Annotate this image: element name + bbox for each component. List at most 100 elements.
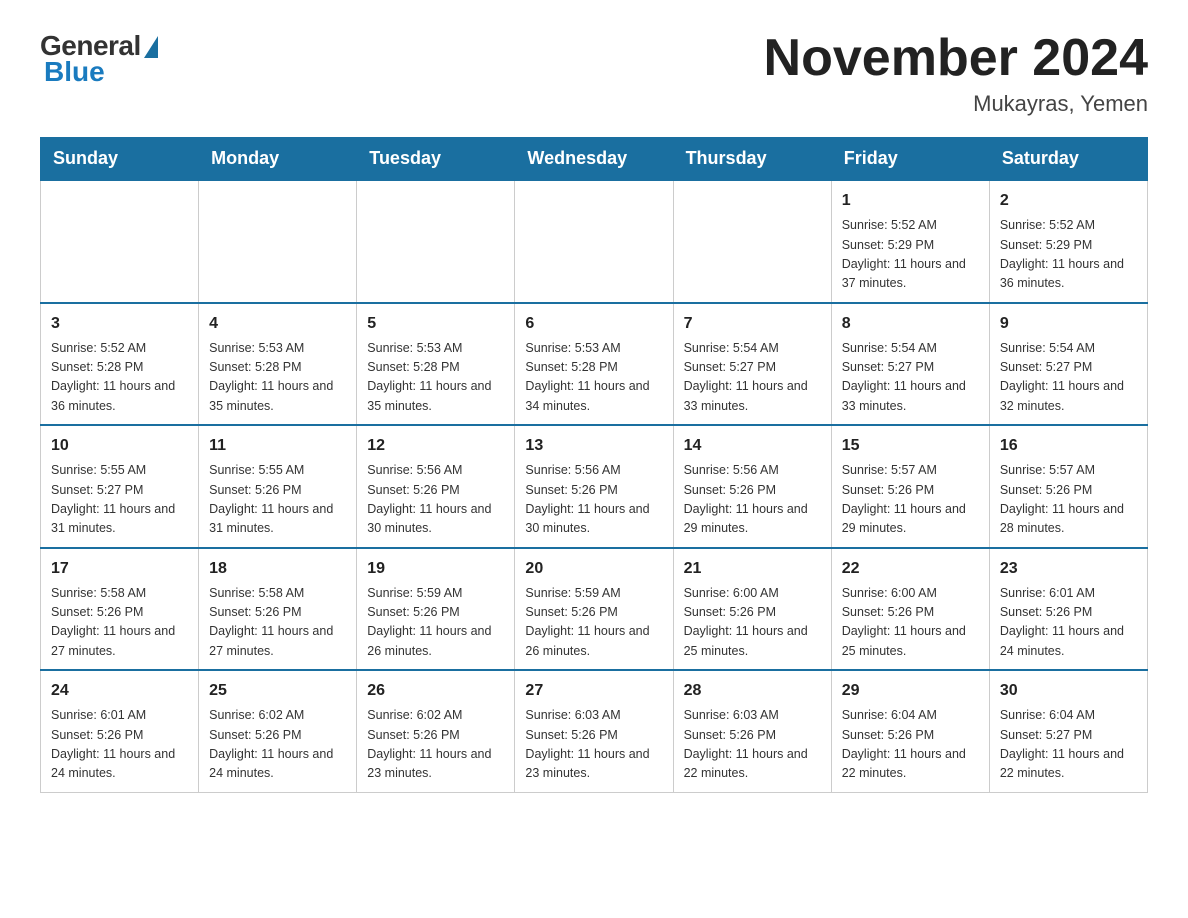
day-number: 22 <box>842 557 979 581</box>
day-number: 15 <box>842 434 979 458</box>
calendar-day-cell: 9 Sunrise: 5:54 AMSunset: 5:27 PMDaylight… <box>989 303 1147 426</box>
calendar-day-cell: 20 Sunrise: 5:59 AMSunset: 5:26 PMDayligh… <box>515 548 673 671</box>
sun-info: Sunrise: 5:57 AMSunset: 5:26 PMDaylight:… <box>1000 461 1137 539</box>
day-number: 11 <box>209 434 346 458</box>
sun-info: Sunrise: 6:02 AMSunset: 5:26 PMDaylight:… <box>367 706 504 784</box>
sun-info: Sunrise: 5:53 AMSunset: 5:28 PMDaylight:… <box>209 339 346 417</box>
day-number: 3 <box>51 312 188 336</box>
sun-info: Sunrise: 6:04 AMSunset: 5:26 PMDaylight:… <box>842 706 979 784</box>
calendar-day-cell: 18 Sunrise: 5:58 AMSunset: 5:26 PMDayligh… <box>199 548 357 671</box>
sun-info: Sunrise: 6:00 AMSunset: 5:26 PMDaylight:… <box>684 584 821 662</box>
day-number: 27 <box>525 679 662 703</box>
calendar-day-cell: 22Sunrise: 6:00 AMSunset: 5:26 PMDayligh… <box>831 548 989 671</box>
calendar-day-cell: 28 Sunrise: 6:03 AMSunset: 5:26 PMDayligh… <box>673 670 831 792</box>
day-number: 18 <box>209 557 346 581</box>
day-number: 13 <box>525 434 662 458</box>
calendar-day-cell: 5 Sunrise: 5:53 AMSunset: 5:28 PMDaylight… <box>357 303 515 426</box>
calendar-day-cell: 11 Sunrise: 5:55 AMSunset: 5:26 PMDayligh… <box>199 425 357 548</box>
calendar-day-cell: 8 Sunrise: 5:54 AMSunset: 5:27 PMDaylight… <box>831 303 989 426</box>
calendar-day-cell: 1 Sunrise: 5:52 AMSunset: 5:29 PMDaylight… <box>831 180 989 303</box>
sun-info: Sunrise: 5:56 AMSunset: 5:26 PMDaylight:… <box>525 461 662 539</box>
day-number: 17 <box>51 557 188 581</box>
calendar-week-row: 24 Sunrise: 6:01 AMSunset: 5:26 PMDayligh… <box>41 670 1148 792</box>
sun-info: Sunrise: 5:52 AMSunset: 5:28 PMDaylight:… <box>51 339 188 417</box>
calendar-day-header: Sunday <box>41 138 199 181</box>
sun-info: Sunrise: 6:03 AMSunset: 5:26 PMDaylight:… <box>684 706 821 784</box>
calendar-day-cell: 15 Sunrise: 5:57 AMSunset: 5:26 PMDayligh… <box>831 425 989 548</box>
day-number: 24 <box>51 679 188 703</box>
day-number: 4 <box>209 312 346 336</box>
page-header: General Blue November 2024 Mukayras, Yem… <box>40 30 1148 117</box>
calendar-day-cell <box>357 180 515 303</box>
day-number: 29 <box>842 679 979 703</box>
logo: General Blue <box>40 30 158 88</box>
day-number: 12 <box>367 434 504 458</box>
calendar-day-cell: 17 Sunrise: 5:58 AMSunset: 5:26 PMDayligh… <box>41 548 199 671</box>
sun-info: Sunrise: 5:57 AMSunset: 5:26 PMDaylight:… <box>842 461 979 539</box>
location-subtitle: Mukayras, Yemen <box>764 91 1148 117</box>
sun-info: Sunrise: 5:53 AMSunset: 5:28 PMDaylight:… <box>367 339 504 417</box>
day-number: 21 <box>684 557 821 581</box>
sun-info: Sunrise: 6:01 AMSunset: 5:26 PMDaylight:… <box>1000 584 1137 662</box>
day-number: 14 <box>684 434 821 458</box>
calendar-day-cell <box>199 180 357 303</box>
calendar-day-cell: 30Sunrise: 6:04 AMSunset: 5:27 PMDayligh… <box>989 670 1147 792</box>
calendar-day-cell: 24 Sunrise: 6:01 AMSunset: 5:26 PMDayligh… <box>41 670 199 792</box>
sun-info: Sunrise: 6:02 AMSunset: 5:26 PMDaylight:… <box>209 706 346 784</box>
day-number: 20 <box>525 557 662 581</box>
sun-info: Sunrise: 5:58 AMSunset: 5:26 PMDaylight:… <box>51 584 188 662</box>
day-number: 26 <box>367 679 504 703</box>
title-area: November 2024 Mukayras, Yemen <box>764 30 1148 117</box>
day-number: 7 <box>684 312 821 336</box>
calendar-day-cell <box>673 180 831 303</box>
calendar-day-cell: 4 Sunrise: 5:53 AMSunset: 5:28 PMDaylight… <box>199 303 357 426</box>
calendar-day-cell: 10Sunrise: 5:55 AMSunset: 5:27 PMDayligh… <box>41 425 199 548</box>
calendar-day-cell: 27Sunrise: 6:03 AMSunset: 5:26 PMDayligh… <box>515 670 673 792</box>
sun-info: Sunrise: 5:54 AMSunset: 5:27 PMDaylight:… <box>684 339 821 417</box>
calendar-day-cell: 3 Sunrise: 5:52 AMSunset: 5:28 PMDaylight… <box>41 303 199 426</box>
sun-info: Sunrise: 5:53 AMSunset: 5:28 PMDaylight:… <box>525 339 662 417</box>
calendar-day-cell: 16 Sunrise: 5:57 AMSunset: 5:26 PMDayligh… <box>989 425 1147 548</box>
calendar-week-row: 1 Sunrise: 5:52 AMSunset: 5:29 PMDaylight… <box>41 180 1148 303</box>
sun-info: Sunrise: 5:59 AMSunset: 5:26 PMDaylight:… <box>525 584 662 662</box>
calendar-table: SundayMondayTuesdayWednesdayThursdayFrid… <box>40 137 1148 793</box>
sun-info: Sunrise: 5:58 AMSunset: 5:26 PMDaylight:… <box>209 584 346 662</box>
day-number: 8 <box>842 312 979 336</box>
sun-info: Sunrise: 6:01 AMSunset: 5:26 PMDaylight:… <box>51 706 188 784</box>
calendar-day-header: Saturday <box>989 138 1147 181</box>
day-number: 1 <box>842 189 979 213</box>
calendar-day-header: Monday <box>199 138 357 181</box>
day-number: 28 <box>684 679 821 703</box>
calendar-day-cell <box>41 180 199 303</box>
sun-info: Sunrise: 5:54 AMSunset: 5:27 PMDaylight:… <box>1000 339 1137 417</box>
calendar-week-row: 10Sunrise: 5:55 AMSunset: 5:27 PMDayligh… <box>41 425 1148 548</box>
calendar-day-header: Friday <box>831 138 989 181</box>
day-number: 5 <box>367 312 504 336</box>
sun-info: Sunrise: 5:56 AMSunset: 5:26 PMDaylight:… <box>684 461 821 539</box>
calendar-day-cell: 25 Sunrise: 6:02 AMSunset: 5:26 PMDayligh… <box>199 670 357 792</box>
sun-info: Sunrise: 5:55 AMSunset: 5:26 PMDaylight:… <box>209 461 346 539</box>
calendar-day-header: Thursday <box>673 138 831 181</box>
calendar-day-cell: 29 Sunrise: 6:04 AMSunset: 5:26 PMDayligh… <box>831 670 989 792</box>
day-number: 16 <box>1000 434 1137 458</box>
calendar-day-cell: 21 Sunrise: 6:00 AMSunset: 5:26 PMDayligh… <box>673 548 831 671</box>
calendar-header-row: SundayMondayTuesdayWednesdayThursdayFrid… <box>41 138 1148 181</box>
calendar-day-header: Wednesday <box>515 138 673 181</box>
day-number: 9 <box>1000 312 1137 336</box>
calendar-day-cell: 23Sunrise: 6:01 AMSunset: 5:26 PMDayligh… <box>989 548 1147 671</box>
sun-info: Sunrise: 5:52 AMSunset: 5:29 PMDaylight:… <box>842 216 979 294</box>
sun-info: Sunrise: 6:04 AMSunset: 5:27 PMDaylight:… <box>1000 706 1137 784</box>
sun-info: Sunrise: 5:59 AMSunset: 5:26 PMDaylight:… <box>367 584 504 662</box>
day-number: 6 <box>525 312 662 336</box>
calendar-day-cell: 12Sunrise: 5:56 AMSunset: 5:26 PMDayligh… <box>357 425 515 548</box>
calendar-week-row: 17 Sunrise: 5:58 AMSunset: 5:26 PMDayligh… <box>41 548 1148 671</box>
calendar-day-header: Tuesday <box>357 138 515 181</box>
calendar-day-cell: 19Sunrise: 5:59 AMSunset: 5:26 PMDayligh… <box>357 548 515 671</box>
logo-blue-text: Blue <box>40 56 105 88</box>
calendar-day-cell: 7 Sunrise: 5:54 AMSunset: 5:27 PMDaylight… <box>673 303 831 426</box>
day-number: 25 <box>209 679 346 703</box>
sun-info: Sunrise: 5:54 AMSunset: 5:27 PMDaylight:… <box>842 339 979 417</box>
day-number: 2 <box>1000 189 1137 213</box>
calendar-day-cell: 26 Sunrise: 6:02 AMSunset: 5:26 PMDayligh… <box>357 670 515 792</box>
calendar-day-cell: 2Sunrise: 5:52 AMSunset: 5:29 PMDaylight… <box>989 180 1147 303</box>
